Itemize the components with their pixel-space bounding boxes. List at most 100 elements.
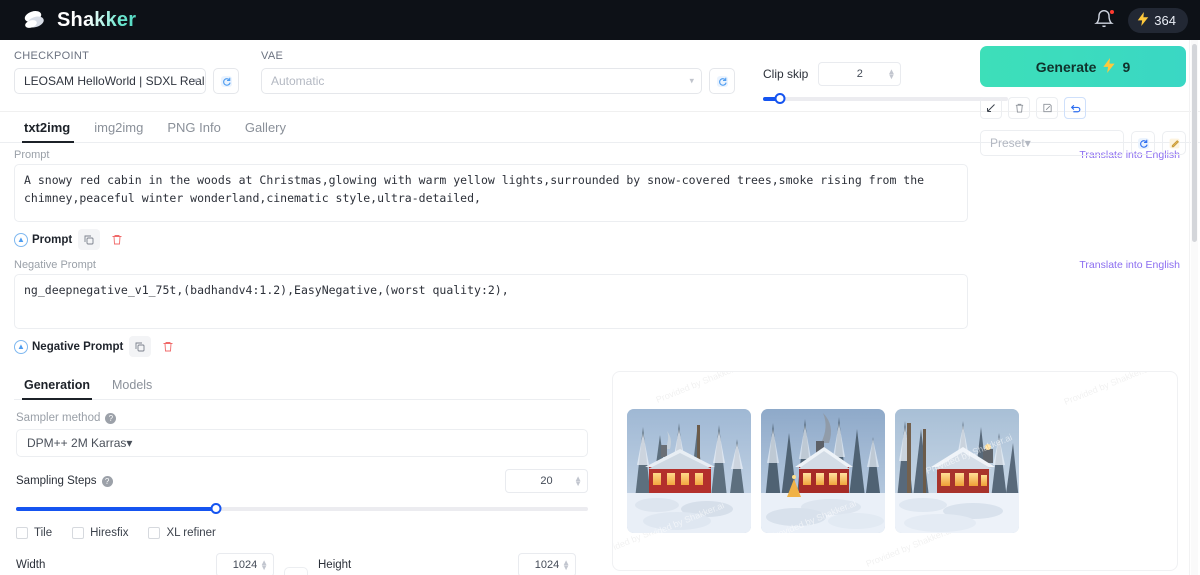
scrollbar-thumb[interactable] (1192, 44, 1197, 242)
top-bar-actions: 364 (1094, 7, 1188, 33)
lightning-icon (1103, 57, 1116, 76)
checkbox-icon[interactable] (16, 527, 28, 539)
tab-generation[interactable]: Generation (14, 371, 102, 400)
negative-prompt-chip[interactable]: ▲ Negative Prompt (14, 339, 124, 354)
prompt-copy-button[interactable] (78, 229, 101, 250)
checkpoint-refresh-button[interactable] (213, 68, 239, 94)
result-image-3[interactable]: Provided by Shakker.ai (895, 409, 1019, 533)
negative-prompt-chip-label: Negative Prompt (32, 340, 124, 353)
generate-button[interactable]: Generate 9 (980, 46, 1186, 87)
clip-skip-value: 2 (856, 68, 863, 80)
shakker-logo-icon (22, 9, 48, 31)
vae-label: VAE (261, 50, 284, 62)
checkbox-hiresfix[interactable]: Hiresfix (72, 527, 128, 539)
preset-edit-button[interactable] (1162, 131, 1186, 155)
expand-icon[interactable] (980, 97, 1002, 119)
tab-txt2img[interactable]: txt2img (14, 112, 84, 143)
dimensions-row: Width 1024 ▲ ▼ Height 1024 ▲ ▼ (16, 553, 588, 575)
clip-skip-group: Clip skip 2 ▲ ▼ (763, 50, 1008, 105)
negative-prompt-copy-button[interactable] (129, 336, 152, 357)
height-label: Height (318, 559, 352, 571)
prompt-delete-button[interactable] (106, 229, 128, 250)
sampling-steps-input[interactable]: 20 ▲ ▼ (505, 469, 588, 493)
credits-value: 364 (1154, 12, 1176, 28)
credits-badge[interactable]: 364 (1128, 7, 1188, 33)
prompt-chip[interactable]: ▲ Prompt (14, 232, 72, 247)
checkbox-tile[interactable]: Tile (16, 527, 52, 539)
chevron-down-icon: ▾ (1024, 136, 1031, 150)
result-image-2[interactable]: Provided by Shakker.ai (761, 409, 885, 533)
lower-section: Generation Models Sampler method ? DPM++… (0, 357, 1200, 575)
help-icon[interactable]: ? (101, 475, 113, 487)
preset-select[interactable]: Preset ▾ (980, 130, 1124, 156)
width-group: Width 1024 ▲ ▼ (16, 553, 274, 575)
slider-knob[interactable] (774, 93, 786, 104)
preset-refresh-button[interactable] (1131, 131, 1155, 155)
generation-checkboxes: Tile Hiresfix XL refiner (16, 527, 588, 539)
height-value: 1024 (534, 559, 560, 571)
checkpoint-select[interactable]: LEOSAM HelloWorld | SDXL Realism Chec ▾ (14, 68, 206, 94)
checkbox-icon[interactable] (72, 527, 85, 539)
slider-knob[interactable] (210, 503, 222, 514)
checkbox-tile-label: Tile (34, 527, 53, 539)
watermark-text: Provided by Shakker.ai (654, 371, 744, 405)
chevron-up-icon: ▲ (14, 339, 28, 354)
vae-value: Automatic (271, 74, 325, 88)
brand-name: Shakker (57, 8, 137, 31)
help-icon[interactable]: ? (105, 412, 117, 424)
vae-group: VAE Automatic ▾ (261, 50, 741, 94)
slider-track (763, 97, 1008, 101)
checkbox-xl-refiner[interactable]: XL refiner (148, 527, 216, 539)
checkpoint-group: CHECKPOINT LEOSAM HelloWorld | SDXL Real… (14, 50, 239, 94)
tab-gallery[interactable]: Gallery (235, 112, 300, 142)
sampling-steps-slider[interactable] (16, 503, 588, 515)
generate-panel: Generate 9 Preset ▾ (980, 46, 1186, 156)
slider-fill (16, 507, 217, 511)
note-icon[interactable] (1036, 97, 1058, 119)
height-input[interactable]: 1024 ▲ ▼ (518, 553, 576, 575)
reset-icon[interactable] (1064, 97, 1086, 119)
stepper-icon[interactable]: ▲ ▼ (574, 475, 582, 488)
sampling-steps-row: Sampling Steps ? 20 ▲ ▼ (16, 469, 588, 493)
tab-png-info[interactable]: PNG Info (157, 112, 234, 142)
prompt-section: Prompt Translate into English A snowy re… (0, 143, 1200, 250)
stepper-icon[interactable]: ▲ ▼ (887, 68, 895, 81)
negative-prompt-input[interactable]: ng_deepnegative_v1_75t,(badhandv4:1.2),E… (14, 274, 968, 329)
vae-refresh-button[interactable] (709, 68, 735, 94)
result-image-1[interactable]: Provided by Shakker.ai (627, 409, 751, 533)
stepper-icon[interactable]: ▲ ▼ (260, 559, 268, 572)
clip-skip-label: Clip skip (763, 67, 809, 81)
generation-controls: Sampler method ? DPM++ 2M Karras ▾ Sampl… (14, 412, 590, 575)
workspace: CHECKPOINT LEOSAM HelloWorld | SDXL Real… (0, 40, 1200, 575)
checkbox-icon[interactable] (148, 527, 161, 539)
stepper-icon[interactable]: ▲ ▼ (562, 559, 570, 572)
generate-cost: 9 (1122, 58, 1131, 75)
swap-dimensions-button[interactable] (284, 567, 308, 575)
notification-dot (1109, 9, 1116, 15)
clip-skip-input[interactable]: 2 ▲ ▼ (818, 62, 902, 86)
tab-models[interactable]: Models (102, 371, 164, 399)
chevron-up-icon: ▲ (14, 232, 28, 247)
bell-icon[interactable] (1094, 9, 1116, 31)
checkbox-xl-refiner-label: XL refiner (166, 527, 216, 539)
height-group: Height 1024 ▲ ▼ (318, 553, 576, 575)
results-gallery: Provided by Shakker.ai Provided by Shakk… (612, 371, 1178, 571)
negative-prompt-actions: ▲ Negative Prompt (14, 336, 1186, 357)
top-bar: Shakker 364 (0, 0, 1200, 40)
checkbox-hiresfix-label: Hiresfix (90, 527, 129, 539)
vae-select[interactable]: Automatic ▾ (261, 68, 702, 94)
prompt-input[interactable]: A snowy red cabin in the woods at Christ… (14, 164, 968, 222)
width-input[interactable]: 1024 ▲ ▼ (216, 553, 274, 575)
chevron-down-icon: ▾ (193, 75, 198, 86)
negative-prompt-delete-button[interactable] (157, 336, 179, 357)
clip-skip-slider[interactable] (763, 93, 1008, 105)
sampler-method-select[interactable]: DPM++ 2M Karras ▾ (16, 429, 588, 457)
brand-logo[interactable]: Shakker (22, 9, 136, 32)
vertical-scrollbar[interactable] (1191, 40, 1198, 575)
negative-prompt-translate-link[interactable]: Translate into English (1079, 259, 1180, 271)
negative-prompt-label: Negative Prompt (14, 259, 96, 271)
generate-actions (980, 97, 1186, 119)
trash-icon[interactable] (1008, 97, 1030, 119)
tab-img2img[interactable]: img2img (84, 112, 157, 142)
sampling-steps-label: Sampling Steps ? (16, 475, 113, 487)
